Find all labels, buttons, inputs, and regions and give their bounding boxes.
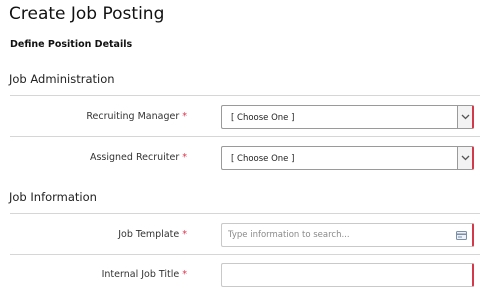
card-icon[interactable]: [456, 231, 467, 240]
internal-job-title-field: [221, 263, 474, 287]
form-row-job-template: Job Template *: [0, 223, 480, 247]
required-marker: *: [182, 152, 187, 163]
form-row-recruiting-manager: Recruiting Manager * [ Choose One ]: [0, 105, 480, 129]
field-label: Recruiting Manager *: [86, 111, 187, 122]
field-label-text: Internal Job Title: [101, 269, 180, 280]
recruiting-manager-select[interactable]: [ Choose One ]: [221, 105, 474, 129]
field-label-text: Recruiting Manager: [86, 111, 180, 122]
divider: [10, 136, 480, 137]
required-marker: *: [182, 229, 187, 240]
divider: [10, 95, 480, 96]
select-dropdown-button[interactable]: [457, 147, 472, 169]
field-label: Internal Job Title *: [102, 269, 187, 280]
assigned-recruiter-select[interactable]: [ Choose One ]: [221, 146, 474, 170]
section-title-job-administration: Job Administration: [9, 72, 115, 86]
divider: [10, 254, 480, 255]
section-title-job-information: Job Information: [9, 190, 97, 204]
divider: [10, 213, 480, 214]
select-dropdown-button[interactable]: [457, 106, 472, 128]
field-label: Assigned Recruiter *: [90, 152, 187, 163]
page-title: Create Job Posting: [9, 4, 165, 24]
job-template-field: [221, 223, 474, 247]
field-label-text: Job Template: [118, 229, 180, 240]
field-label-text: Assigned Recruiter: [89, 152, 180, 163]
required-marker: *: [182, 269, 187, 280]
form-row-internal-job-title: Internal Job Title *: [0, 263, 480, 287]
chevron-down-icon: [461, 155, 469, 161]
field-label: Job Template *: [118, 229, 187, 240]
select-value: [ Choose One ]: [231, 154, 295, 164]
chevron-down-icon: [461, 114, 469, 120]
form-row-assigned-recruiter: Assigned Recruiter * [ Choose One ]: [0, 146, 480, 170]
job-template-search-input[interactable]: [228, 228, 454, 242]
internal-job-title-input[interactable]: [228, 268, 454, 282]
page-subtitle: Define Position Details: [10, 39, 133, 50]
required-marker: *: [182, 111, 187, 122]
select-value: [ Choose One ]: [231, 113, 295, 123]
